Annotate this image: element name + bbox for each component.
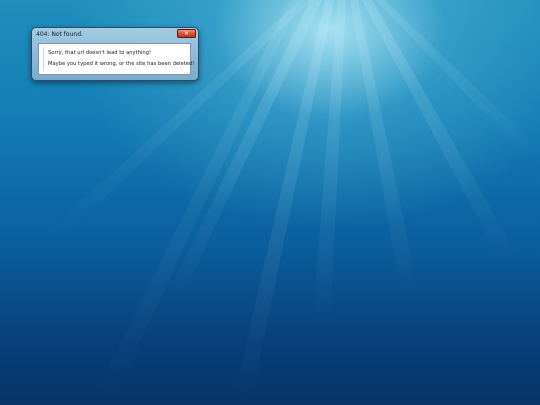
divider: [43, 47, 44, 71]
window-title: 404: Not found.: [36, 31, 83, 38]
error-message-line-1: Sorry, that url doesn't lead to anything…: [48, 50, 152, 56]
desktop-wallpaper: 404: Not found. ✕ Sorry, that url doesn'…: [0, 0, 540, 405]
close-icon: ✕: [183, 30, 190, 37]
title-bar[interactable]: 404: Not found. ✕: [32, 28, 198, 42]
error-message-line-2: Maybe you typed it wrong, or the site ha…: [48, 61, 195, 67]
dialog-content: Sorry, that url doesn't lead to anything…: [38, 43, 195, 75]
error-dialog: 404: Not found. ✕ Sorry, that url doesn'…: [31, 27, 199, 81]
close-button[interactable]: ✕: [177, 29, 196, 38]
